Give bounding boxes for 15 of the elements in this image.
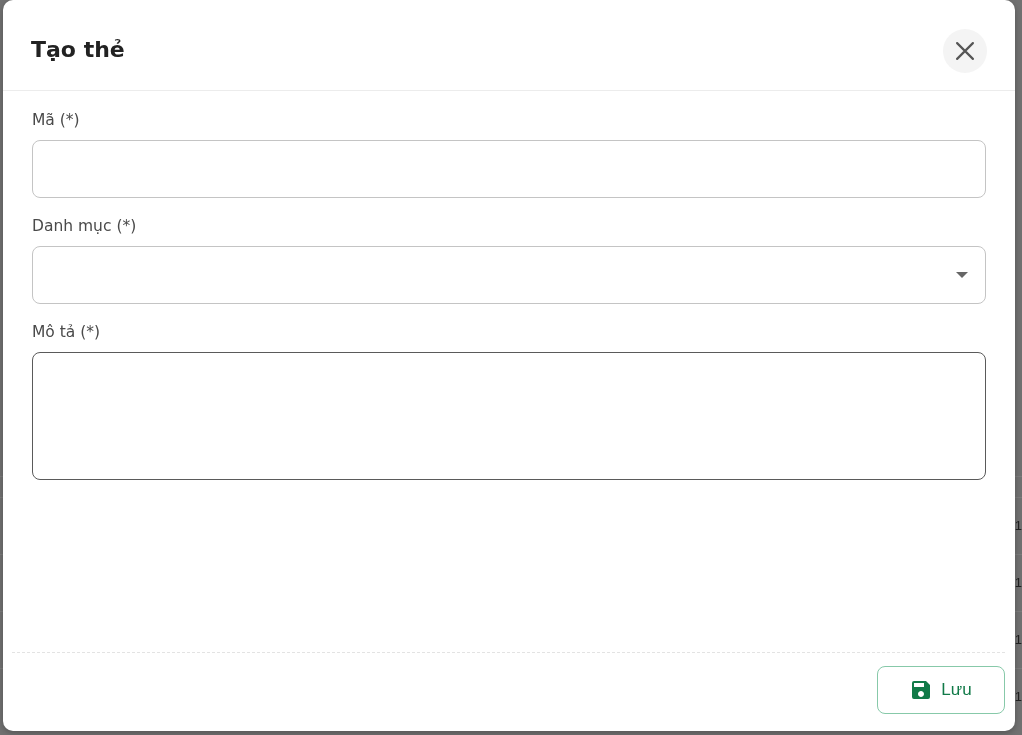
select-field[interactable] xyxy=(32,246,986,304)
field-label: Mã (*) xyxy=(32,110,80,130)
table-cell: 1 xyxy=(1014,632,1022,648)
dialog-title: Tạo thẻ xyxy=(31,36,125,64)
table-cell: 1 xyxy=(1014,575,1022,591)
close-button[interactable] xyxy=(943,29,987,73)
field-label: Mô tả (*) xyxy=(32,322,101,342)
table-cell: 1 xyxy=(1014,689,1022,705)
close-icon xyxy=(956,42,974,60)
textarea-field[interactable] xyxy=(32,352,986,480)
caret-icon xyxy=(956,272,968,278)
table-cell: 1 xyxy=(1014,518,1022,534)
save-button[interactable]: Lưu xyxy=(877,666,1005,714)
field-label: Danh mục (*) xyxy=(32,216,137,236)
input-field[interactable] xyxy=(32,140,986,198)
